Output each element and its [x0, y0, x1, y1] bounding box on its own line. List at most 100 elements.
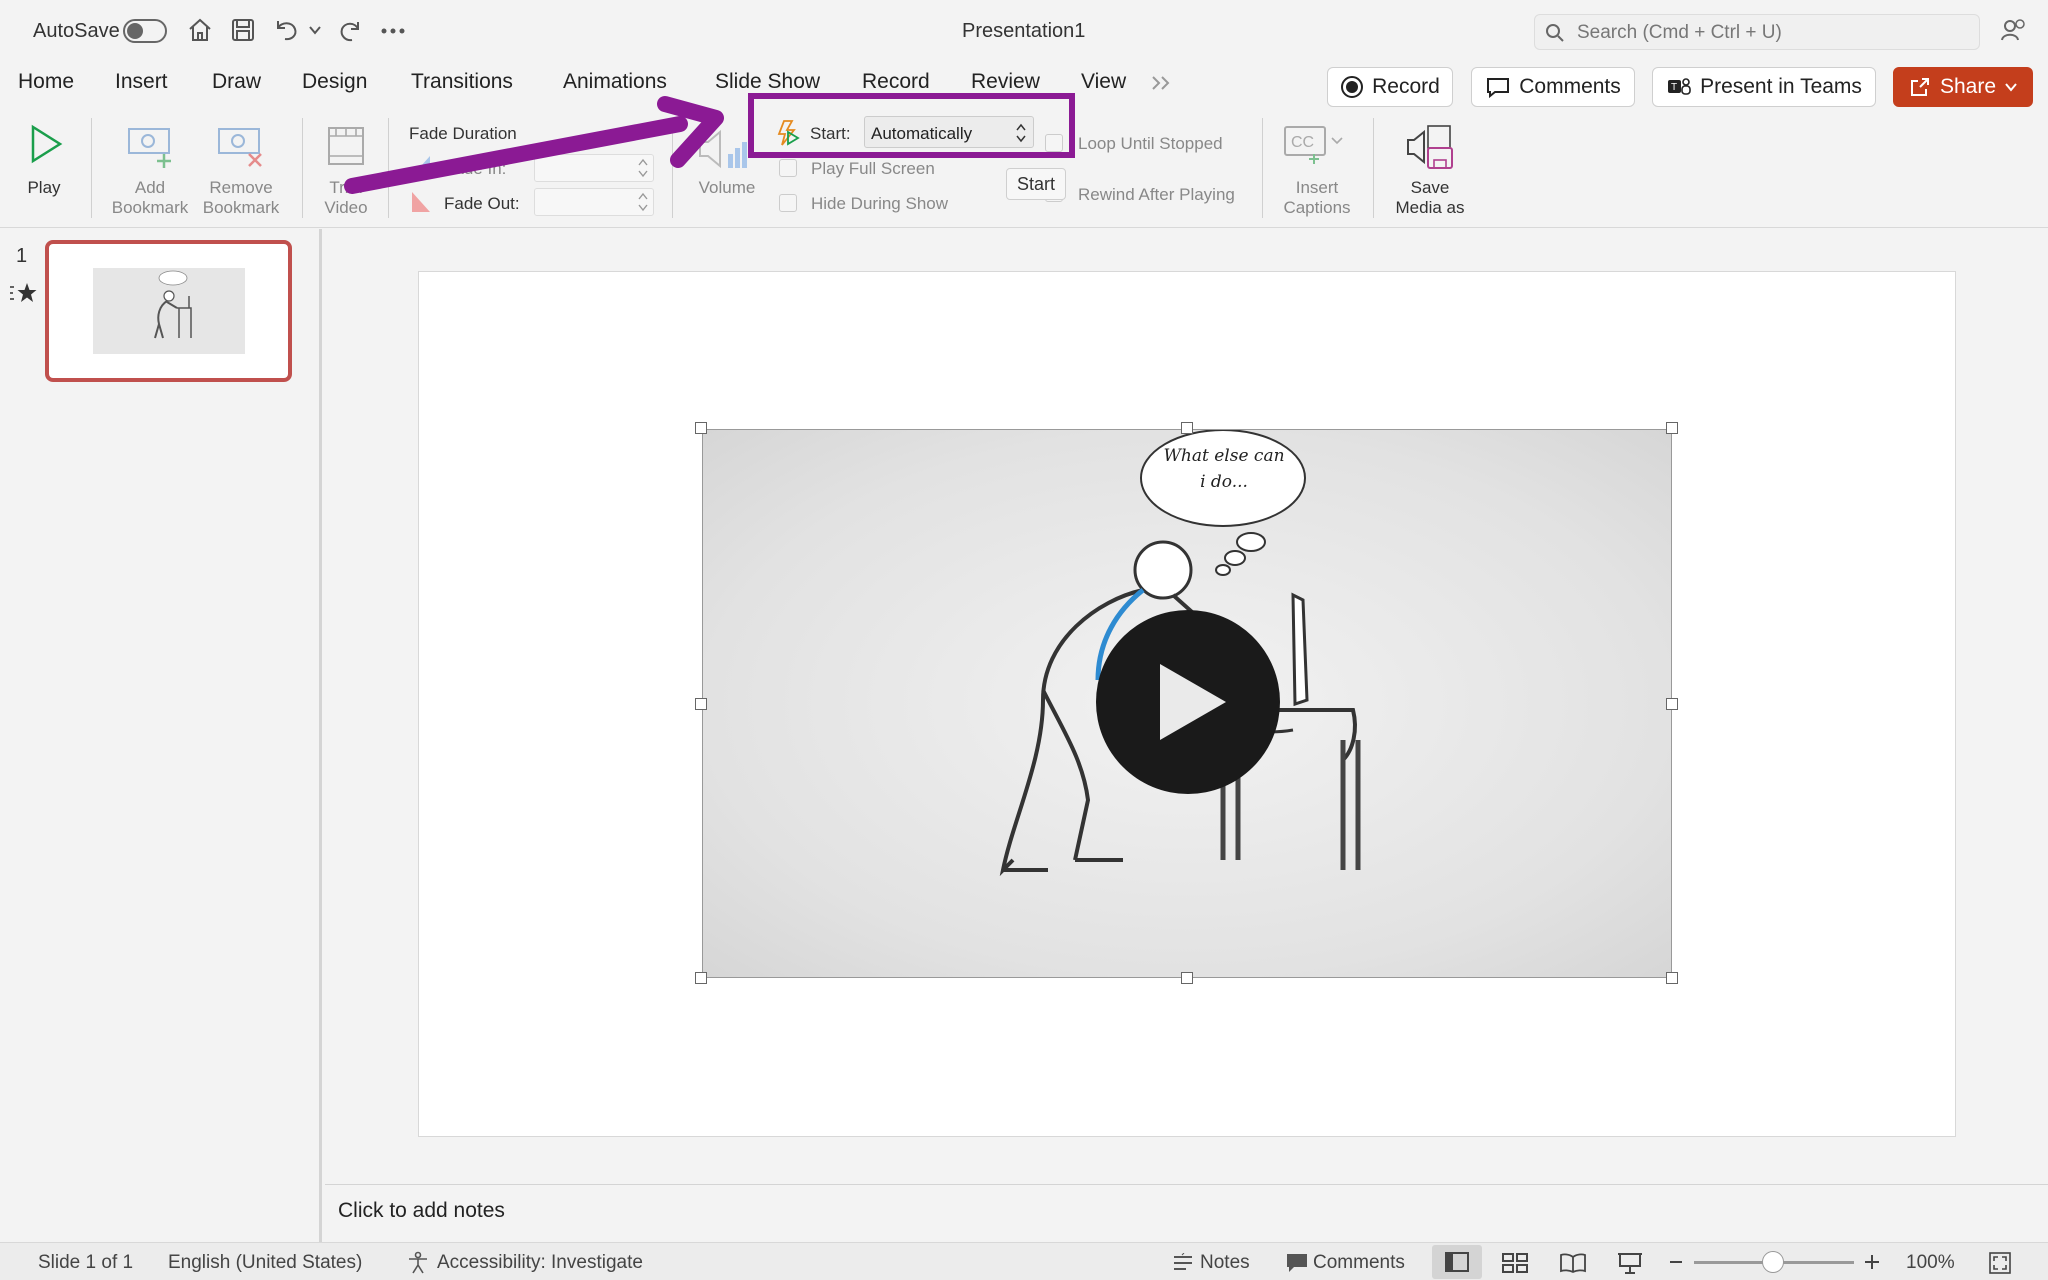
- chevron-down-icon[interactable]: [308, 24, 322, 36]
- slide-thumbnail-preview: [93, 268, 245, 354]
- present-in-teams-label: Present in Teams: [1700, 75, 1862, 98]
- captions-icon[interactable]: CC: [1282, 124, 1346, 166]
- separator: [91, 118, 92, 218]
- normal-view-icon: [1445, 1252, 1469, 1272]
- video-play-button[interactable]: [1096, 610, 1280, 794]
- resize-handle[interactable]: [1181, 972, 1193, 984]
- tab-view[interactable]: View: [1081, 70, 1126, 94]
- share-button[interactable]: Share: [1893, 67, 2033, 107]
- trim-video-label-2: Video: [324, 198, 368, 217]
- fit-to-window-icon[interactable]: [1988, 1251, 2012, 1275]
- remove-bookmark-icon[interactable]: [216, 126, 266, 170]
- trim-video-icon[interactable]: [326, 122, 366, 172]
- annotation-highlight-box: [748, 93, 1075, 158]
- resize-handle[interactable]: [1181, 422, 1193, 434]
- tab-transitions[interactable]: Transitions: [411, 70, 513, 94]
- window-title: Presentation1: [962, 20, 1086, 42]
- rewind-after-playing-label: Rewind After Playing: [1078, 185, 1235, 204]
- fade-in-label: Fade In:: [444, 159, 507, 178]
- tooltip-text: Start: [1017, 173, 1056, 194]
- volume-label: Volume: [698, 178, 756, 197]
- home-icon[interactable]: [186, 16, 214, 44]
- slide-thumbnail[interactable]: [45, 240, 292, 382]
- redo-icon[interactable]: [336, 17, 364, 45]
- slide-number: 1: [16, 245, 28, 267]
- notes-placeholder[interactable]: Click to add notes: [338, 1199, 505, 1223]
- fade-out-label: Fade Out:: [444, 194, 520, 213]
- comments-button[interactable]: Comments: [1471, 67, 1635, 107]
- thought-text-line1: What else can: [1163, 446, 1285, 466]
- tab-home[interactable]: Home: [18, 70, 74, 94]
- language-status[interactable]: English (United States): [168, 1252, 362, 1274]
- tab-slide-show[interactable]: Slide Show: [715, 70, 820, 94]
- tab-draw[interactable]: Draw: [212, 70, 261, 94]
- animation-star-icon: [10, 283, 37, 302]
- zoom-in-icon[interactable]: [1863, 1253, 1881, 1271]
- slide-count: Slide 1 of 1: [38, 1252, 134, 1273]
- video-object[interactable]: What else can i do...: [702, 429, 1672, 978]
- accessibility-icon: [409, 1251, 427, 1274]
- volume-icon[interactable]: [696, 126, 750, 172]
- loop-until-stopped-label: Loop Until Stopped: [1078, 134, 1223, 153]
- normal-view-button[interactable]: [1432, 1245, 1482, 1279]
- insert-captions-label-2: Captions: [1283, 198, 1351, 217]
- trim-video-label-1: Trim: [329, 178, 363, 197]
- people-icon[interactable]: [2000, 16, 2028, 44]
- tab-design[interactable]: Design: [302, 70, 367, 94]
- tab-insert[interactable]: Insert: [115, 70, 168, 94]
- save-media-label-2[interactable]: Media as: [1380, 198, 1480, 217]
- fade-in-icon: [412, 156, 430, 176]
- zoom-slider-thumb[interactable]: [1762, 1251, 1784, 1273]
- status-bar: Slide 1 of 1 English (United States) Acc…: [0, 1242, 2048, 1280]
- resize-handle[interactable]: [1666, 698, 1678, 710]
- play-full-screen-label: Play Full Screen: [811, 159, 935, 178]
- search-input[interactable]: Search (Cmd + Ctrl + U): [1534, 14, 1980, 50]
- separator: [388, 118, 389, 218]
- comments-label: Comments: [1519, 75, 1621, 98]
- autosave-toggle[interactable]: [123, 19, 167, 43]
- tab-animations[interactable]: Animations: [563, 70, 667, 94]
- fade-in-stepper[interactable]: [534, 154, 654, 182]
- hide-during-show-checkbox[interactable]: [779, 194, 797, 212]
- zoom-out-icon[interactable]: [1668, 1253, 1684, 1271]
- save-media-label-1[interactable]: Save: [1380, 178, 1480, 197]
- resize-handle[interactable]: [695, 422, 707, 434]
- undo-icon[interactable]: [272, 17, 300, 43]
- chevron-down-icon: [2005, 83, 2017, 92]
- notes-pane[interactable]: Click to add notes: [325, 1184, 2048, 1242]
- record-label: Record: [1372, 75, 1440, 98]
- play-full-screen-checkbox[interactable]: [779, 159, 797, 177]
- record-button[interactable]: Record: [1327, 67, 1453, 107]
- autosave-label: AutoSave: [33, 20, 120, 42]
- title-bar: AutoSave Presentation1 Search (Cmd + Ctr…: [0, 0, 2048, 62]
- separator: [1262, 118, 1263, 218]
- add-bookmark-icon[interactable]: [126, 126, 174, 170]
- comments-toggle[interactable]: Comments: [1313, 1252, 1405, 1274]
- add-bookmark-label-1: Add: [134, 178, 166, 197]
- stepper-arrows-icon: [638, 158, 648, 178]
- play-label[interactable]: Play: [22, 178, 66, 197]
- tab-record[interactable]: Record: [862, 70, 930, 94]
- separator: [672, 118, 673, 218]
- tab-review[interactable]: Review: [971, 70, 1040, 94]
- add-bookmark-label-2: Bookmark: [111, 198, 189, 217]
- resize-handle[interactable]: [1666, 972, 1678, 984]
- notes-toggle[interactable]: Notes: [1200, 1252, 1250, 1274]
- resize-handle[interactable]: [695, 972, 707, 984]
- remove-bookmark-label-1: Remove: [209, 178, 273, 197]
- chevron-right-double-icon[interactable]: [1150, 74, 1174, 92]
- save-media-icon[interactable]: [1404, 122, 1454, 172]
- present-in-teams-button[interactable]: T Present in Teams: [1652, 67, 1876, 107]
- play-icon[interactable]: [28, 124, 64, 164]
- resize-handle[interactable]: [695, 698, 707, 710]
- accessibility-status[interactable]: Accessibility: Investigate: [437, 1252, 643, 1274]
- fade-out-stepper[interactable]: [534, 188, 654, 216]
- slide-sorter-icon[interactable]: [1502, 1253, 1528, 1273]
- save-icon[interactable]: [230, 17, 256, 43]
- more-icon[interactable]: [380, 27, 406, 35]
- zoom-level[interactable]: 100%: [1906, 1252, 1955, 1274]
- slide-show-icon[interactable]: [1617, 1252, 1643, 1274]
- svg-text:T: T: [1671, 82, 1677, 93]
- resize-handle[interactable]: [1666, 422, 1678, 434]
- reading-view-icon[interactable]: [1560, 1253, 1586, 1273]
